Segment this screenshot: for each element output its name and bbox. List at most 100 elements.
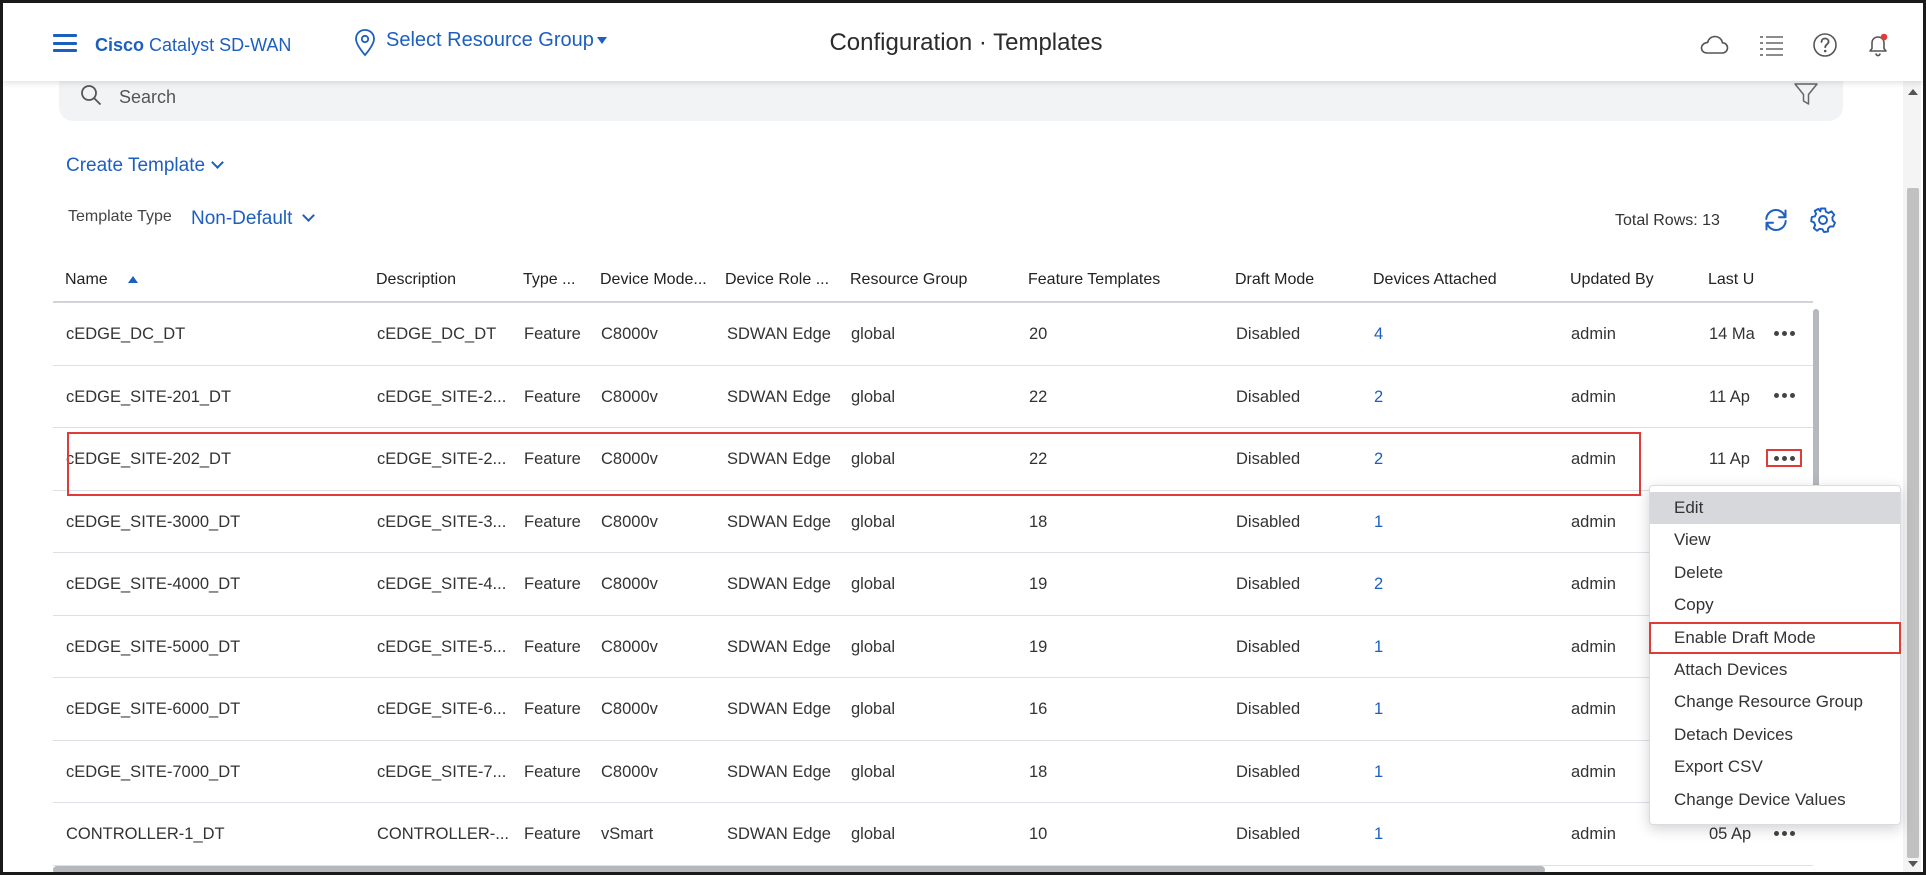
cell-feature-templates: 22 bbox=[1029, 450, 1048, 468]
menu-item-attach-devices[interactable]: Attach Devices bbox=[1650, 654, 1900, 686]
table-row[interactable]: cEDGE_SITE-7000_DT cEDGE_SITE-7... Featu… bbox=[53, 741, 1813, 803]
menu-item-delete[interactable]: Delete bbox=[1650, 557, 1900, 589]
cell-draft-mode: Disabled bbox=[1236, 700, 1301, 718]
cell-device-model: C8000v bbox=[601, 512, 658, 531]
chevron-down-icon bbox=[302, 209, 316, 222]
cell-devices-attached-link[interactable]: 1 bbox=[1374, 638, 1383, 657]
cell-resource-group: global bbox=[851, 762, 896, 781]
notification-bell-icon[interactable] bbox=[1862, 29, 1894, 61]
cell-description: cEDGE_SITE-6... bbox=[377, 700, 507, 718]
cell-name: CONTROLLER-1_DT bbox=[66, 825, 225, 843]
cell-devices-attached-link[interactable]: 1 bbox=[1374, 513, 1383, 532]
cell-last-updated: 11 Ap bbox=[1709, 450, 1750, 468]
cell-description: cEDGE_SITE-3... bbox=[377, 512, 507, 531]
cell-feature-templates: 18 bbox=[1029, 512, 1048, 531]
cloud-icon[interactable] bbox=[1698, 29, 1730, 61]
template-type-label: Template Type bbox=[68, 208, 172, 225]
settings-gear-icon[interactable] bbox=[1809, 206, 1837, 234]
sort-ascending-icon bbox=[127, 276, 138, 284]
template-type-dropdown[interactable]: Non-Default bbox=[191, 208, 316, 230]
row-actions-icon[interactable] bbox=[1769, 323, 1799, 343]
cell-device-role: SDWAN Edge bbox=[727, 762, 831, 781]
cell-description: CONTROLLER-... bbox=[377, 825, 510, 843]
row-actions-icon-active[interactable] bbox=[1766, 449, 1802, 467]
cell-resource-group: global bbox=[851, 512, 896, 531]
filter-icon[interactable] bbox=[1793, 81, 1819, 107]
cell-devices-attached-link[interactable]: 2 bbox=[1374, 450, 1383, 469]
column-header-feature-templates[interactable]: Feature Templates bbox=[1028, 271, 1160, 289]
cell-resource-group: global bbox=[851, 700, 896, 718]
cell-devices-attached-link[interactable]: 1 bbox=[1374, 763, 1383, 782]
cell-updated-by: admin bbox=[1571, 575, 1616, 593]
column-header-draft-mode[interactable]: Draft Mode bbox=[1235, 271, 1314, 289]
scroll-down-arrow-icon[interactable] bbox=[1908, 861, 1918, 867]
table-row[interactable]: cEDGE_DC_DT cEDGE_DC_DT Feature C8000v S… bbox=[53, 303, 1813, 366]
refresh-icon[interactable] bbox=[1761, 205, 1791, 235]
menu-item-change-device-values[interactable]: Change Device Values bbox=[1650, 784, 1900, 816]
table-row[interactable]: cEDGE_SITE-6000_DT cEDGE_SITE-6... Featu… bbox=[53, 678, 1813, 741]
menu-item-view[interactable]: View bbox=[1650, 524, 1900, 556]
column-header-last-updated[interactable]: Last U bbox=[1708, 271, 1754, 289]
row-actions-menu: Edit View Delete Copy Enable Draft Mode … bbox=[1649, 485, 1901, 825]
row-actions-icon[interactable] bbox=[1769, 386, 1799, 406]
cell-devices-attached-link[interactable]: 2 bbox=[1374, 388, 1383, 407]
table-row[interactable]: cEDGE_SITE-5000_DT cEDGE_SITE-5... Featu… bbox=[53, 616, 1813, 678]
cell-device-role: SDWAN Edge bbox=[727, 325, 831, 343]
menu-item-copy[interactable]: Copy bbox=[1650, 589, 1900, 621]
column-header-devices-attached[interactable]: Devices Attached bbox=[1373, 271, 1497, 289]
menu-item-edit[interactable]: Edit bbox=[1650, 492, 1900, 525]
cell-resource-group: global bbox=[851, 325, 896, 343]
cell-draft-mode: Disabled bbox=[1236, 575, 1301, 593]
cell-resource-group: global bbox=[851, 825, 896, 843]
cell-name: cEDGE_SITE-5000_DT bbox=[66, 637, 241, 656]
cell-type: Feature bbox=[524, 825, 581, 843]
search-input[interactable] bbox=[119, 85, 1719, 109]
table-row-selected[interactable]: cEDGE_SITE-202_DT cEDGE_SITE-2... Featur… bbox=[53, 428, 1813, 491]
cell-feature-templates: 22 bbox=[1029, 387, 1048, 406]
table-row[interactable]: cEDGE_SITE-3000_DT cEDGE_SITE-3... Featu… bbox=[53, 491, 1813, 553]
cell-devices-attached-link[interactable]: 1 bbox=[1374, 825, 1383, 844]
scroll-up-arrow-icon[interactable] bbox=[1908, 89, 1918, 95]
column-header-device-role[interactable]: Device Role ... bbox=[725, 271, 829, 289]
cell-type: Feature bbox=[524, 762, 581, 781]
menu-item-change-resource-group[interactable]: Change Resource Group bbox=[1650, 686, 1900, 718]
create-template-button[interactable]: Create Template bbox=[66, 155, 224, 177]
column-header-updated-by[interactable]: Updated By bbox=[1570, 271, 1654, 289]
menu-item-export-csv[interactable]: Export CSV bbox=[1650, 751, 1900, 783]
cell-updated-by: admin bbox=[1571, 450, 1616, 468]
cell-type: Feature bbox=[524, 450, 581, 468]
cell-last-updated: 14 Ma bbox=[1709, 325, 1755, 343]
cell-devices-attached-link[interactable]: 2 bbox=[1374, 575, 1383, 594]
cell-updated-by: admin bbox=[1571, 825, 1616, 843]
help-icon[interactable] bbox=[1809, 29, 1841, 61]
cell-updated-by: admin bbox=[1571, 700, 1616, 718]
cell-feature-templates: 19 bbox=[1029, 575, 1048, 593]
cell-draft-mode: Disabled bbox=[1236, 762, 1301, 781]
table-row[interactable]: cEDGE_SITE-201_DT cEDGE_SITE-2... Featur… bbox=[53, 366, 1813, 428]
page-scrollbar-thumb[interactable] bbox=[1907, 188, 1919, 858]
column-header-device-model[interactable]: Device Mode... bbox=[600, 271, 707, 289]
cell-device-model: C8000v bbox=[601, 637, 658, 656]
cell-type: Feature bbox=[524, 575, 581, 593]
table-horizontal-scrollbar[interactable] bbox=[53, 866, 1545, 872]
cell-resource-group: global bbox=[851, 387, 896, 406]
column-header-resource-group[interactable]: Resource Group bbox=[850, 271, 967, 289]
table-row[interactable]: CONTROLLER-1_DT CONTROLLER-... Feature v… bbox=[53, 803, 1813, 866]
task-list-icon[interactable] bbox=[1756, 29, 1788, 61]
search-icon bbox=[81, 85, 102, 106]
row-actions-icon[interactable] bbox=[1769, 823, 1799, 843]
column-header-name[interactable]: Name bbox=[65, 271, 138, 289]
cell-feature-templates: 20 bbox=[1029, 325, 1048, 343]
menu-item-enable-draft-mode[interactable]: Enable Draft Mode bbox=[1649, 621, 1901, 654]
table-row[interactable]: cEDGE_SITE-4000_DT cEDGE_SITE-4... Featu… bbox=[53, 553, 1813, 616]
menu-item-detach-devices[interactable]: Detach Devices bbox=[1650, 719, 1900, 751]
column-header-type[interactable]: Type ... bbox=[523, 271, 575, 289]
cell-updated-by: admin bbox=[1571, 637, 1616, 656]
cell-devices-attached-link[interactable]: 1 bbox=[1374, 700, 1383, 719]
cell-description: cEDGE_DC_DT bbox=[377, 325, 497, 343]
cell-device-role: SDWAN Edge bbox=[727, 575, 831, 593]
column-header-description[interactable]: Description bbox=[376, 271, 456, 289]
cell-device-model: vSmart bbox=[601, 825, 654, 843]
top-header: Cisco Catalyst SD-WAN Select Resource Gr… bbox=[3, 3, 1923, 81]
cell-devices-attached-link[interactable]: 4 bbox=[1374, 325, 1383, 344]
